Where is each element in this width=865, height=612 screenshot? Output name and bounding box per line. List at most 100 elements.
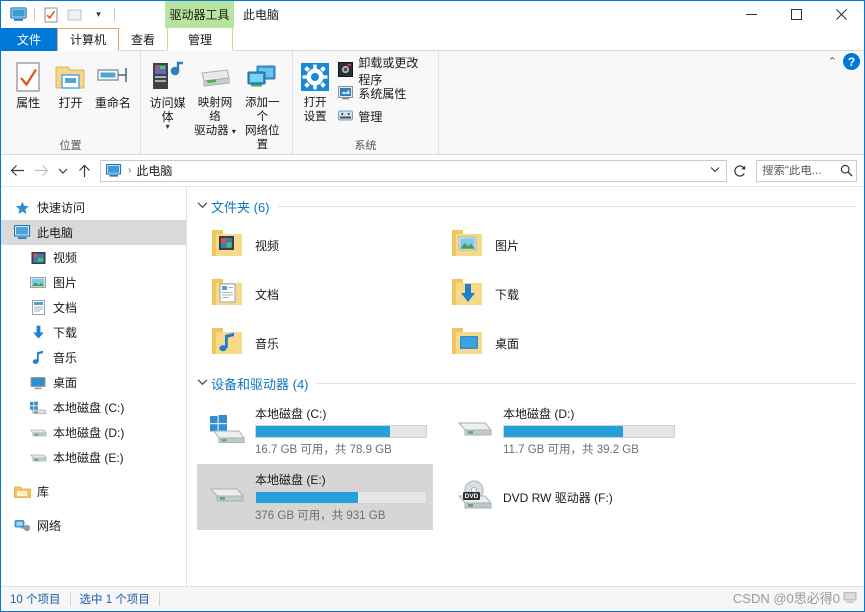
sidebar-item-label: 视频 <box>53 251 78 265</box>
content-pane[interactable]: 文件夹 (6) 视频 图片 文档 下载 音乐 桌面 设备和驱动器 (4) 本地磁… <box>187 187 864 586</box>
open-settings-button[interactable]: 打开 设置 <box>298 56 332 124</box>
rename-button[interactable]: 重命名 <box>93 56 133 110</box>
section-divider <box>316 382 856 384</box>
chevron-down-icon[interactable] <box>197 377 211 389</box>
tab-computer[interactable]: 计算机 <box>57 28 120 51</box>
list-item[interactable]: 本地磁盘 (E:) 376 GB 可用，共 931 GB <box>197 464 433 530</box>
open-settings-icon <box>300 59 330 95</box>
sidebar-item-this-pc[interactable]: 此电脑 <box>1 220 186 245</box>
tab-view[interactable]: 查看 <box>119 28 167 51</box>
sidebar-item-pictures[interactable]: 图片 <box>1 270 186 295</box>
up-button[interactable] <box>72 159 96 183</box>
open-button[interactable]: 打开 <box>50 56 90 110</box>
folder-tile-grid: 视频 图片 文档 下载 音乐 桌面 <box>197 221 864 368</box>
status-item-count: 10 个项目 <box>10 594 61 606</box>
capacity-bar <box>503 425 675 438</box>
folder-music-icon <box>209 325 245 362</box>
section-header-folders[interactable]: 文件夹 (6) <box>197 195 864 217</box>
list-item[interactable]: 桌面 <box>437 319 677 368</box>
access-media-icon <box>151 59 185 95</box>
system-properties-label: 系统属性 <box>358 87 407 101</box>
capacity-bar-fill <box>256 426 391 437</box>
sidebar-item-libraries[interactable]: 库 <box>1 479 186 504</box>
sidebar-item-label: 本地磁盘 (D:) <box>53 426 125 440</box>
sidebar-item-downloads[interactable]: 下载 <box>1 320 186 345</box>
help-button[interactable]: ? <box>843 53 860 70</box>
map-network-drive-button[interactable]: 映射网络 驱动器 ▾ <box>192 56 237 139</box>
tab-view-label: 查看 <box>131 33 156 47</box>
drive-name: 本地磁盘 (D:) <box>503 407 575 421</box>
breadcrumb-item-this-pc[interactable]: 此电脑 <box>136 162 172 179</box>
breadcrumb-dropdown-icon[interactable] <box>706 165 724 176</box>
close-button[interactable] <box>819 1 864 28</box>
list-item[interactable]: DVD DVD RW 驱动器 (F:) <box>445 464 681 530</box>
breadcrumb[interactable]: › 此电脑 <box>100 159 727 182</box>
address-bar: › 此电脑 <box>1 155 864 186</box>
uninstall-program-icon <box>338 61 354 80</box>
list-item[interactable]: 视频 <box>197 221 437 270</box>
this-pc-icon[interactable] <box>8 4 29 25</box>
collapse-ribbon-button[interactable]: ⌃ <box>828 55 837 68</box>
list-item[interactable]: 文档 <box>197 270 437 319</box>
ribbon-group-system-label: 系统 <box>354 139 377 152</box>
capacity-bar <box>255 425 427 438</box>
chevron-down-icon[interactable]: ▾ <box>166 123 170 131</box>
sidebar-item-music[interactable]: 音乐 <box>1 345 186 370</box>
drive-name: 本地磁盘 (C:) <box>255 407 327 421</box>
hard-drive-icon <box>455 415 495 448</box>
status-bar: 10 个项目 选中 1 个项目 <box>1 586 864 611</box>
drive-info: 本地磁盘 (D:) 11.7 GB 可用，共 39.2 GB <box>503 405 675 457</box>
forward-button[interactable] <box>29 159 53 183</box>
back-button[interactable] <box>5 159 29 183</box>
sidebar-item-quick-access[interactable]: 快速访问 <box>1 195 186 220</box>
list-item[interactable]: 本地磁盘 (C:) 16.7 GB 可用，共 78.9 GB <box>197 398 433 464</box>
sidebar-item-documents[interactable]: 文档 <box>1 295 186 320</box>
open-settings-button-label: 打开 设置 <box>303 97 327 123</box>
customize-dropdown-icon[interactable]: ▾ <box>88 4 109 25</box>
tab-file[interactable]: 文件 <box>1 28 58 51</box>
system-properties-button[interactable]: 系统属性 <box>336 83 431 104</box>
minimize-button[interactable] <box>729 1 774 28</box>
map-network-drive-button-label: 映射网络 驱动器 ▾ <box>194 97 236 137</box>
toolbar-divider-2 <box>114 8 115 21</box>
this-pc-icon <box>11 224 33 241</box>
search-box[interactable] <box>756 159 857 182</box>
tab-manage[interactable]: 管理 <box>167 28 234 51</box>
maximize-button[interactable] <box>774 1 819 28</box>
svg-text:DVD: DVD <box>465 493 479 500</box>
list-item[interactable]: 音乐 <box>197 319 437 368</box>
file-explorer-window: ▾ 驱动器工具 此电脑 文件 计算机 查看 管理 属性 打开 重命名 位置 访问… <box>0 0 865 612</box>
list-item[interactable]: 下载 <box>437 270 677 319</box>
sidebar-item-desktop[interactable]: 桌面 <box>1 370 186 395</box>
contextual-tab-drive-tools[interactable]: 驱动器工具 <box>165 1 234 28</box>
list-item[interactable]: 本地磁盘 (D:) 11.7 GB 可用，共 39.2 GB <box>445 398 681 464</box>
search-icon[interactable] <box>839 164 853 177</box>
new-folder-icon[interactable] <box>64 4 85 25</box>
recent-locations-button[interactable] <box>53 159 72 183</box>
manage-button[interactable]: 管理 <box>336 106 431 127</box>
section-title-drives: 设备和驱动器 (4) <box>211 376 309 392</box>
contextual-tab-label: 驱动器工具 <box>169 8 230 22</box>
sidebar-item-videos[interactable]: 视频 <box>1 245 186 270</box>
sidebar-item-label: 库 <box>37 485 50 499</box>
access-media-button[interactable]: 访问媒体 ▾ <box>145 56 190 131</box>
list-item[interactable]: 图片 <box>437 221 677 270</box>
add-network-location-button[interactable]: 添加一个 网络位置 <box>240 56 285 152</box>
properties-button[interactable]: 属性 <box>8 56 48 110</box>
star-icon <box>11 199 33 216</box>
properties-icon[interactable] <box>40 4 61 25</box>
ribbon-group-system: 打开 设置 卸载或更改程序 系统属性 管理 系统 <box>293 51 439 154</box>
sidebar-item-network[interactable]: 网络 <box>1 513 186 538</box>
sidebar-item-label: 快速访问 <box>37 201 86 215</box>
sidebar-item-drive-d[interactable]: 本地磁盘 (D:) <box>1 420 186 445</box>
chevron-down-icon[interactable] <box>197 200 211 212</box>
hard-drive-icon <box>207 481 247 514</box>
search-input[interactable] <box>762 164 839 177</box>
refresh-button[interactable] <box>729 160 751 182</box>
uninstall-program-button[interactable]: 卸载或更改程序 <box>336 56 431 87</box>
folder-name: 桌面 <box>495 337 520 351</box>
section-header-drives[interactable]: 设备和驱动器 (4) <box>197 372 864 394</box>
sidebar-item-drive-e[interactable]: 本地磁盘 (E:) <box>1 445 186 470</box>
ribbon-group-location-label: 位置 <box>59 139 82 152</box>
sidebar-item-drive-c[interactable]: 本地磁盘 (C:) <box>1 395 186 420</box>
